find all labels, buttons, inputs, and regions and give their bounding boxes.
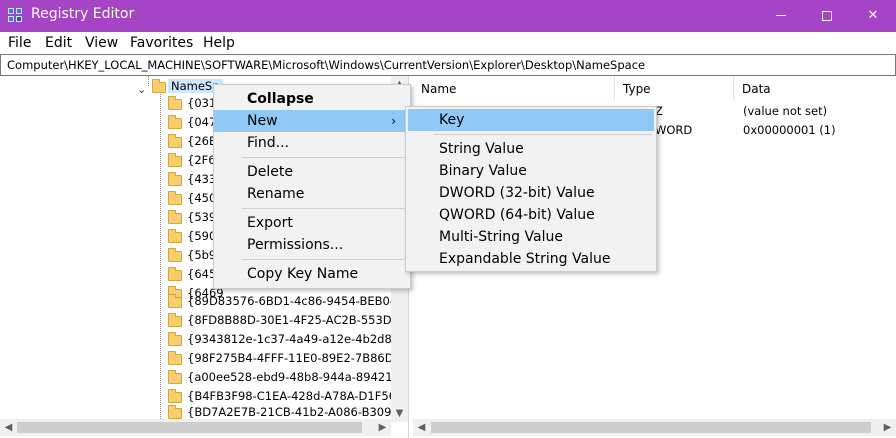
address-path: Computer\HKEY_LOCAL_MACHINE\SOFTWARE\Mic… — [7, 58, 646, 72]
value-data: 0x00000001 (1) — [743, 123, 836, 137]
menu-favorites[interactable]: Favorites — [130, 35, 193, 51]
menu-item-string-value[interactable]: String Value — [406, 138, 656, 160]
minimize-icon — [776, 15, 786, 16]
window-title: Registry Editor — [31, 6, 135, 22]
title-bar: Registry Editor ✕ — [0, 0, 896, 32]
scroll-thumb[interactable] — [431, 422, 871, 433]
menu-item-binary-value[interactable]: Binary Value — [406, 160, 656, 182]
new-submenu: Key String Value Binary Value DWORD (32-… — [405, 106, 657, 272]
tree-item-label: {8FD8B88D-30E1-4F25-AC2B-553D3D65 — [187, 313, 409, 327]
tree-item[interactable]: {9343812e-1c37-4a49-a12e-4b2d810d9 — [0, 330, 409, 348]
tree-item-label: {B4FB3F98-C1EA-428d-A78A-D1F5659C — [187, 389, 409, 403]
folder-icon — [168, 115, 182, 129]
folder-icon — [168, 370, 182, 384]
tree-item-label: {9343812e-1c37-4a49-a12e-4b2d810d9 — [187, 332, 409, 346]
folder-icon — [168, 351, 182, 365]
folder-icon — [168, 153, 182, 167]
column-header-name[interactable]: Name — [413, 76, 615, 100]
scroll-right-icon[interactable]: ▶ — [879, 419, 896, 436]
values-horizontal-scrollbar[interactable]: ◀ ▶ — [413, 419, 896, 436]
tree-item[interactable]: {89D83576-6BD1-4c86-9454-BEB04E94C — [0, 292, 409, 310]
menu-item-collapse[interactable]: Collapse — [214, 88, 410, 110]
tree-item-label: {89D83576-6BD1-4c86-9454-BEB04E94C — [187, 294, 409, 308]
column-header-type[interactable]: Type — [615, 76, 734, 100]
folder-icon — [168, 172, 182, 186]
folder-icon — [168, 96, 182, 110]
menu-item-export[interactable]: Export — [214, 212, 410, 234]
folder-icon — [168, 332, 182, 346]
value-type: WORD — [655, 123, 693, 137]
scroll-down-icon[interactable]: ▼ — [391, 405, 408, 422]
registry-editor-icon — [8, 8, 24, 24]
address-bar[interactable]: Computer\HKEY_LOCAL_MACHINE\SOFTWARE\Mic… — [0, 54, 896, 76]
menu-item-key[interactable]: Key — [408, 109, 654, 131]
menu-item-new-label: New — [247, 113, 278, 129]
folder-icon — [168, 229, 182, 243]
menu-item-multi-string-value[interactable]: Multi-String Value — [406, 226, 656, 248]
maximize-button[interactable] — [804, 0, 850, 32]
value-data: (value not set) — [743, 104, 828, 118]
menu-separator — [242, 259, 406, 260]
menu-help[interactable]: Help — [203, 35, 235, 51]
menu-item-rename[interactable]: Rename — [214, 183, 410, 205]
close-icon: ✕ — [867, 8, 879, 23]
folder-icon — [168, 248, 182, 262]
menu-edit[interactable]: Edit — [45, 35, 72, 51]
menu-item-permissions[interactable]: Permissions... — [214, 234, 410, 256]
minimize-button[interactable] — [758, 0, 804, 32]
folder-icon — [168, 313, 182, 327]
menu-item-find[interactable]: Find... — [214, 132, 410, 154]
folder-icon — [168, 405, 182, 419]
menu-item-copy-key-name[interactable]: Copy Key Name — [214, 263, 410, 285]
tree-item[interactable]: {a00ee528-ebd9-48b8-944a-8942113d4 — [0, 368, 409, 386]
menu-file[interactable]: File — [8, 35, 31, 51]
tree-item-label: {BD7A2E7B-21CB-41b2-A086-B309680C — [187, 405, 409, 419]
menu-view[interactable]: View — [85, 35, 118, 51]
menu-bar: File Edit View Favorites Help — [0, 32, 896, 54]
menu-separator — [242, 208, 406, 209]
tree-item[interactable]: {98F275B4-4FFF-11E0-89E2-7B86DFD72 — [0, 349, 409, 367]
maximize-icon — [822, 10, 832, 21]
submenu-arrow-icon: › — [391, 114, 396, 128]
folder-icon — [168, 191, 182, 205]
scroll-left-icon[interactable]: ◀ — [413, 419, 430, 436]
menu-item-dword-value[interactable]: DWORD (32-bit) Value — [406, 182, 656, 204]
menu-separator — [242, 157, 406, 158]
menu-item-delete[interactable]: Delete — [214, 161, 410, 183]
menu-item-expandable-string-value[interactable]: Expandable String Value — [406, 248, 656, 270]
tree-item-label: {98F275B4-4FFF-11E0-89E2-7B86DFD72 — [187, 351, 409, 365]
menu-separator — [434, 134, 652, 135]
tree-horizontal-scrollbar[interactable]: ◀ ▶ — [0, 419, 391, 436]
tree-item[interactable]: {8FD8B88D-30E1-4F25-AC2B-553D3D65 — [0, 311, 409, 329]
folder-icon — [168, 389, 182, 403]
scroll-thumb[interactable] — [17, 422, 362, 433]
context-menu: Collapse New › Find... Delete Rename Exp… — [213, 84, 411, 289]
folder-icon — [168, 294, 182, 308]
folder-icon — [168, 210, 182, 224]
menu-item-qword-value[interactable]: QWORD (64-bit) Value — [406, 204, 656, 226]
menu-item-new[interactable]: New › — [214, 110, 410, 132]
folder-icon — [168, 267, 182, 281]
folder-icon — [168, 134, 182, 148]
close-button[interactable]: ✕ — [850, 0, 896, 32]
scroll-left-icon[interactable]: ◀ — [0, 419, 17, 436]
tree-item-label: {a00ee528-ebd9-48b8-944a-8942113d4 — [187, 370, 409, 384]
scroll-right-icon[interactable]: ▶ — [374, 419, 391, 436]
folder-icon — [152, 79, 166, 93]
column-header-data[interactable]: Data — [734, 76, 896, 100]
tree-connector-line — [148, 76, 149, 86]
